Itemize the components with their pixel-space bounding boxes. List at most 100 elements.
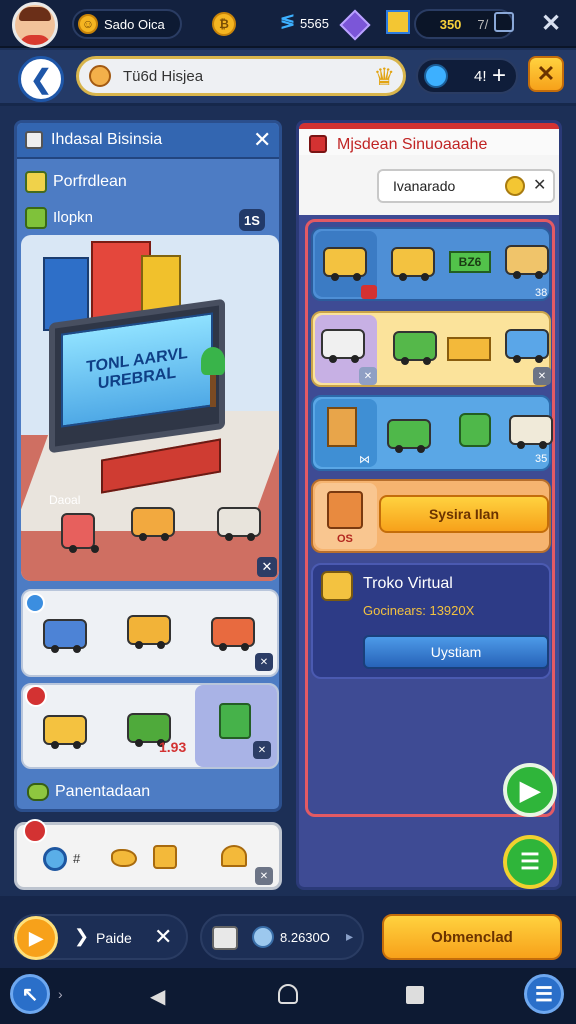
truck-white-icon: [509, 415, 553, 449]
truck-orange-icon: [131, 507, 175, 541]
crown-icon: ♛: [373, 64, 395, 91]
market-row-2[interactable]: ✕ ✕: [311, 311, 551, 387]
action-button[interactable]: Obmenclad: [382, 914, 562, 960]
add-level-button[interactable]: +: [492, 62, 506, 90]
play-pill[interactable]: ▶ ❯ Paide ✕: [12, 914, 188, 960]
goods-icon: [25, 207, 47, 229]
close-icon[interactable]: ✕: [536, 8, 566, 38]
business-scene[interactable]: TONL AARVL UREBRAL Daoal ✕: [21, 235, 279, 581]
close-nav-button[interactable]: ✕: [528, 56, 564, 92]
book-icon: [25, 131, 43, 149]
truck-yellow-icon: [323, 247, 367, 281]
store-title: Troko Virtual: [363, 575, 453, 592]
currency1-value: 5565: [300, 16, 329, 31]
flag-icon: [309, 135, 327, 153]
price-tag: 1.93: [159, 739, 187, 755]
truck-green-icon: [393, 331, 437, 365]
count-badge: 1S: [239, 209, 265, 231]
store-button[interactable]: Uystiam: [363, 635, 549, 669]
right-search-input[interactable]: Ivanarado ✕: [377, 169, 555, 203]
chevron-right-icon: ❯: [74, 926, 90, 946]
left-panel-title: Ihdasal Bisinsia: [51, 131, 163, 148]
play-icon: ▶: [520, 774, 540, 805]
hot-badge-icon: [25, 685, 47, 707]
virtual-store-card: Troko Virtual Gocinears: 13920X Uystiam: [311, 563, 551, 679]
player-avatar[interactable]: [12, 2, 58, 48]
hash-icon: ⋈: [359, 454, 370, 466]
row4-button[interactable]: Sysira Ilan: [379, 495, 549, 533]
row4-count: OS: [337, 533, 353, 545]
close-icon[interactable]: ✕: [253, 127, 271, 153]
gold-coin-icon[interactable]: ₿: [212, 12, 236, 36]
pointer-button[interactable]: ↖: [10, 974, 50, 1014]
trash-bin-icon: [61, 513, 95, 553]
truck-blue-icon: [505, 329, 549, 363]
market-row-4[interactable]: OS Sysira Ilan: [311, 479, 551, 553]
menu-list-icon[interactable]: [494, 12, 514, 32]
palm-tree-icon: [201, 347, 225, 407]
search-input[interactable]: Tü6d Hisjea ♛: [76, 56, 406, 96]
tool-2-icon[interactable]: [153, 845, 177, 869]
currency2-value: 350: [439, 16, 462, 32]
row1-count: 38: [535, 287, 548, 299]
energy-icon: ≶: [280, 11, 296, 31]
back-nav-icon[interactable]: ◀: [150, 984, 165, 1009]
row1-tag: BZ6: [449, 251, 491, 273]
currency2-suffix: 7/: [477, 16, 489, 32]
play-icon[interactable]: ▶: [14, 916, 58, 960]
close-icon[interactable]: ✕: [257, 557, 277, 577]
market-row-1[interactable]: BZ6 38: [311, 227, 551, 301]
market-row-3[interactable]: ⋈ 35: [311, 395, 553, 471]
arrow-right-icon: ▸: [346, 928, 354, 944]
expand-icon[interactable]: ✕: [533, 367, 551, 385]
right-panel-title: Mjsdean Sinuoaaahe: [337, 136, 488, 153]
vehicle-row-1[interactable]: ✕: [21, 589, 279, 677]
truck-blue-icon: [43, 619, 87, 653]
coins-value: 8.2630O: [280, 930, 330, 945]
vehicle-row-2[interactable]: 1.93 ✕: [21, 683, 279, 769]
truck-green-icon: [387, 419, 431, 453]
alert-icon: [361, 285, 377, 299]
truck-badge-icon: [25, 593, 45, 613]
play-label: Paide: [96, 930, 132, 946]
search-icon[interactable]: [43, 847, 67, 871]
close-icon[interactable]: ✕: [154, 924, 172, 950]
player-name-pill[interactable]: ☺ Sado Oica: [72, 9, 182, 39]
menu-button[interactable]: ☰: [503, 835, 557, 889]
expand-icon[interactable]: ✕: [255, 653, 273, 671]
crate-green-icon: [219, 703, 251, 739]
tools-card[interactable]: # ✕: [14, 819, 282, 890]
expand-icon[interactable]: ✕: [359, 367, 377, 385]
home-icon[interactable]: [278, 984, 298, 1004]
truck-yellow-icon: [127, 615, 171, 649]
crate-green-icon: [459, 413, 491, 447]
play-button[interactable]: ▶: [503, 763, 557, 817]
emoji-icon: [505, 176, 525, 196]
bus-icon: [321, 329, 365, 363]
left-panel-footer: Panentadaan: [55, 783, 151, 800]
billboard-text: TONL AARVL UREBRAL: [61, 312, 213, 428]
expand-icon[interactable]: ✕: [255, 867, 273, 885]
close-icon: ✕: [536, 61, 556, 86]
store-subtitle: Gocinears: 13920X: [363, 603, 475, 618]
helmet-icon[interactable]: [221, 845, 247, 867]
expand-icon[interactable]: ✕: [253, 741, 271, 759]
chevron-left-icon: ❮: [30, 63, 52, 94]
tool-1-icon[interactable]: [111, 849, 137, 867]
menu-button[interactable]: ☰: [524, 974, 564, 1014]
section1-label: Porfrdlean: [53, 173, 127, 190]
coins-pill[interactable]: 8.2630O ▸: [200, 914, 364, 960]
ground-label: Daoal: [49, 493, 81, 507]
selected-item-slot[interactable]: ✕: [195, 685, 277, 767]
shop-icon: [25, 171, 47, 193]
crate-icon[interactable]: [386, 10, 410, 34]
recents-icon[interactable]: [406, 986, 424, 1004]
sign-icon: [447, 337, 491, 361]
player-name: Sado Oica: [104, 16, 165, 32]
cursor-icon: ↖: [21, 983, 39, 1006]
alert-badge-icon: [23, 819, 47, 843]
back-button[interactable]: ❮: [18, 56, 64, 102]
clear-icon[interactable]: ✕: [533, 175, 546, 195]
truck-orange-icon: [211, 617, 255, 651]
list-icon: ☰: [520, 849, 540, 874]
